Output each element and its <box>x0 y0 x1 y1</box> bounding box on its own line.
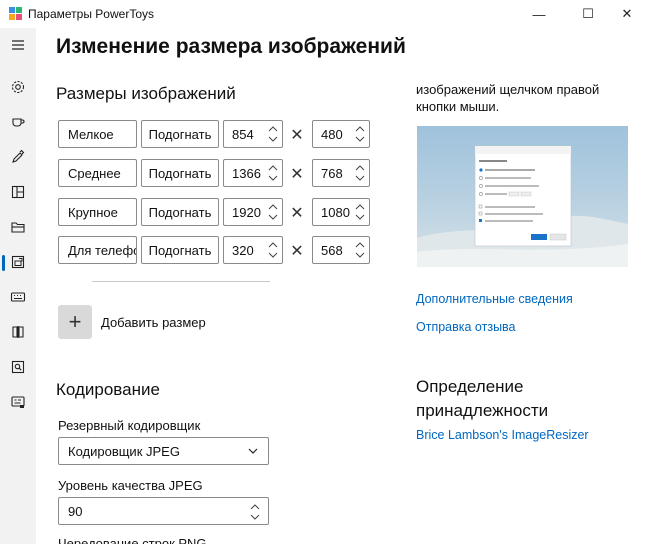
spin-arrows-icon <box>268 126 278 142</box>
spin-arrows-icon <box>268 242 278 258</box>
color-picker-icon <box>12 149 25 163</box>
size-name-input[interactable]: Крупное <box>58 198 137 226</box>
close-icon: ✕ <box>621 6 633 21</box>
fit-mode-dropdown[interactable]: Подогнать <box>141 159 219 187</box>
width-stepper[interactable]: 854 <box>223 120 283 148</box>
spin-arrows-icon <box>355 165 365 181</box>
image-resizer-icon <box>11 255 25 269</box>
width-value: 1920 <box>232 204 261 220</box>
add-size-button[interactable]: + <box>58 305 92 339</box>
hamburger-icon <box>12 40 24 50</box>
image-resizer-preview <box>417 126 628 267</box>
height-stepper[interactable]: 768 <box>312 159 370 187</box>
minimize-icon: — <box>532 6 546 22</box>
height-stepper[interactable]: 1080 <box>312 198 370 226</box>
gear-icon <box>11 80 25 94</box>
spin-arrows-icon <box>355 242 365 258</box>
size-name-input[interactable]: Для телефона <box>58 236 137 264</box>
chevron-down-icon <box>248 448 258 454</box>
title-bar: Параметры PowerToys — ☐ ✕ <box>0 0 650 28</box>
height-value: 768 <box>321 165 343 181</box>
page-title: Изменение размера изображений <box>56 35 406 58</box>
feedback-link[interactable]: Отправка отзыва <box>416 320 516 334</box>
encoding-heading: Кодирование <box>56 380 160 399</box>
powertoys-app-icon <box>9 7 22 20</box>
main-content: Изменение размера изображений Размеры из… <box>36 28 650 544</box>
sidebar-item-image-resizer[interactable] <box>0 247 36 277</box>
fit-mode-dropdown[interactable]: Подогнать <box>141 236 219 264</box>
spin-arrows-icon <box>268 204 278 220</box>
width-stepper[interactable]: 320 <box>223 236 283 264</box>
divider <box>92 281 270 282</box>
sidebar-item-awake[interactable] <box>0 107 36 137</box>
file-explorer-icon <box>11 222 25 233</box>
shortcut-guide-icon <box>11 396 25 408</box>
plus-icon: + <box>68 309 82 334</box>
height-value: 480 <box>321 126 343 142</box>
attribution-link[interactable]: Brice Lambson's ImageResizer <box>416 428 589 442</box>
width-stepper[interactable]: 1920 <box>223 198 283 226</box>
fallback-encoder-label: Резервный кодировщик <box>58 418 201 433</box>
sidebar-item-fancyzones[interactable] <box>0 177 36 207</box>
more-info-link[interactable]: Дополнительные сведения <box>416 292 573 306</box>
sidebar-item-power-rename[interactable] <box>0 317 36 347</box>
keyboard-icon <box>10 292 26 302</box>
fit-mode-dropdown[interactable]: Подогнать <box>141 120 219 148</box>
sidebar <box>0 28 36 544</box>
maximize-icon: ☐ <box>582 6 594 21</box>
width-stepper[interactable]: 1366 <box>223 159 283 187</box>
jpeg-quality-stepper[interactable]: 90 <box>58 497 269 525</box>
close-button[interactable]: ✕ <box>612 4 642 24</box>
width-value: 854 <box>232 126 254 142</box>
add-size-label[interactable]: Добавить размер <box>101 315 206 330</box>
fit-mode-dropdown[interactable]: Подогнать <box>141 198 219 226</box>
height-value: 568 <box>321 242 343 258</box>
multiply-icon: ✕ <box>290 166 304 183</box>
jpeg-quality-value: 90 <box>68 503 83 519</box>
width-value: 1366 <box>232 165 261 181</box>
fancyzones-icon <box>11 185 25 199</box>
jpeg-quality-label: Уровень качества JPEG <box>58 478 203 493</box>
spin-arrows-icon <box>268 165 278 181</box>
height-stepper[interactable]: 480 <box>312 120 370 148</box>
size-name-input[interactable]: Мелкое <box>58 120 137 148</box>
height-value: 1080 <box>321 204 350 220</box>
attribution-heading: Определение принадлежности <box>416 377 549 420</box>
spin-arrows-icon <box>250 504 260 520</box>
power-rename-icon <box>12 326 24 338</box>
fallback-encoder-dropdown[interactable]: Кодировщик JPEG <box>58 437 269 465</box>
png-interlace-label: Чередование строк PNG <box>58 536 207 544</box>
sidebar-item-general[interactable] <box>0 72 36 102</box>
sizes-heading: Размеры изображений <box>56 84 236 103</box>
multiply-icon: ✕ <box>290 205 304 222</box>
run-search-icon <box>11 360 25 374</box>
sidebar-item-file-explorer[interactable] <box>0 212 36 242</box>
width-value: 320 <box>232 242 254 258</box>
fallback-encoder-value: Кодировщик JPEG <box>68 443 180 459</box>
sidebar-item-keyboard-manager[interactable] <box>0 282 36 312</box>
sidebar-item-shortcut-guide[interactable] <box>0 387 36 417</box>
spin-arrows-icon <box>355 204 365 220</box>
hamburger-menu-button[interactable] <box>0 30 36 60</box>
multiply-icon: ✕ <box>290 243 304 260</box>
sidebar-item-run[interactable] <box>0 352 36 382</box>
multiply-icon: ✕ <box>290 127 304 144</box>
sidebar-item-color-picker[interactable] <box>0 142 36 172</box>
active-indicator <box>2 255 5 271</box>
coffee-cup-icon <box>12 118 25 127</box>
size-name-input[interactable]: Среднее <box>58 159 137 187</box>
maximize-button[interactable]: ☐ <box>573 4 603 24</box>
window-title: Параметры PowerToys <box>28 7 154 21</box>
module-description: изображений щелчком правой кнопки мыши. <box>416 82 600 114</box>
spin-arrows-icon <box>355 126 365 142</box>
minimize-button[interactable]: — <box>524 4 554 24</box>
height-stepper[interactable]: 568 <box>312 236 370 264</box>
